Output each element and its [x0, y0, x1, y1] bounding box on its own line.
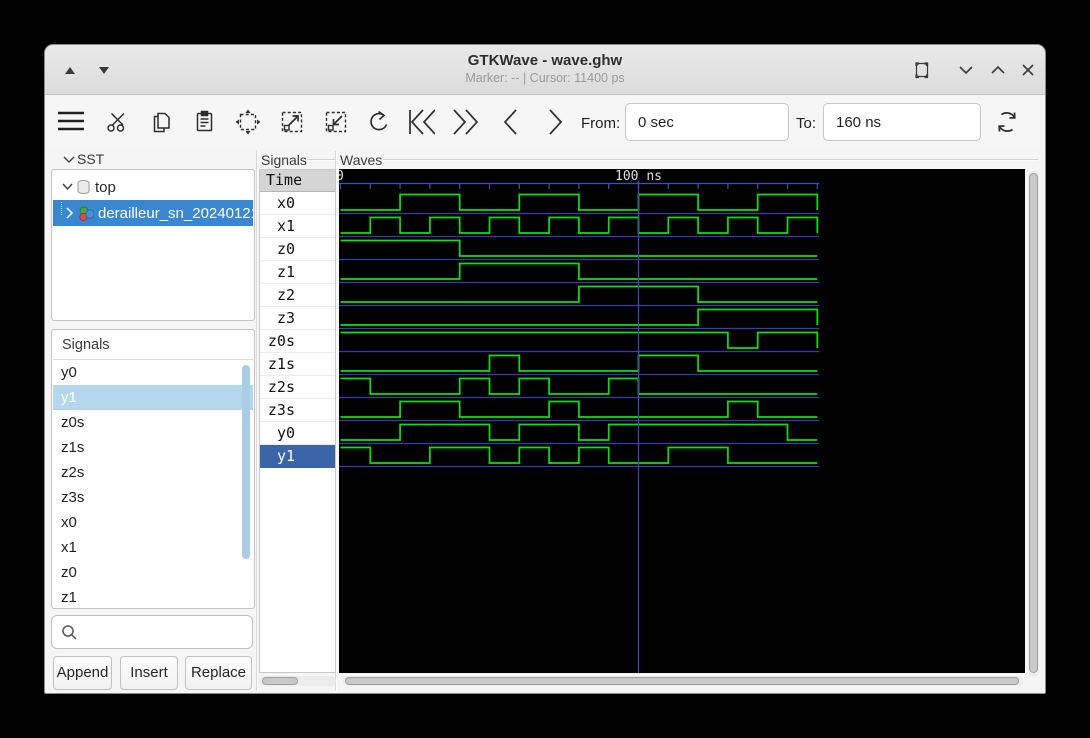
wave-trace-z0: [340, 239, 818, 257]
skip-to-start-icon[interactable]: [407, 108, 435, 136]
search-box: [51, 615, 253, 649]
facility-item-y0[interactable]: y0: [53, 360, 253, 385]
names-frame-groove: [307, 159, 335, 161]
wave-canvas[interactable]: 0100 ns: [336, 169, 1025, 673]
facility-item-x0[interactable]: x0: [53, 510, 253, 535]
waves-vscroll-track[interactable]: [1028, 171, 1039, 677]
facility-item-z1[interactable]: z1: [53, 585, 253, 608]
step-back-icon[interactable]: [497, 108, 525, 136]
module-icon: [78, 205, 94, 221]
wave-name-z2s[interactable]: z2s: [260, 376, 335, 399]
wave-trace-z3s: [340, 400, 818, 418]
append-button[interactable]: Append: [53, 656, 112, 690]
wave-name-x1[interactable]: x1: [260, 215, 335, 238]
waves-hscroll-track[interactable]: [343, 676, 1023, 686]
undo-icon[interactable]: [365, 108, 393, 136]
search-icon: [61, 624, 78, 646]
replace-button[interactable]: Replace: [185, 656, 252, 690]
wave-trace-y1: [340, 446, 818, 464]
wave-trace-z1s: [340, 354, 818, 372]
facility-item-x1[interactable]: x1: [53, 535, 253, 560]
waves-hscroll-thumb[interactable]: [345, 677, 1019, 685]
wave-trace-y0: [340, 423, 818, 441]
facility-list: Signals y0 y1 z0s z1s z2s z3s x0 x1 z0 z1: [51, 329, 255, 609]
names-frame-label: Signals: [261, 152, 307, 168]
waves-vscroll-thumb[interactable]: [1029, 173, 1038, 673]
names-panel: Time x0 x1 z0 z1 z2 z3 z0s z1s z2s z3s y0 y1: [259, 169, 336, 673]
facility-scrollbar[interactable]: [242, 365, 250, 559]
copy-icon[interactable]: [148, 108, 176, 136]
wave-trace-z2s: [340, 377, 818, 395]
names-hscroll-thumb[interactable]: [262, 677, 298, 685]
insert-button[interactable]: Insert: [120, 656, 178, 690]
facility-item-z2s[interactable]: z2s: [53, 460, 253, 485]
search-input[interactable]: [82, 617, 251, 649]
paste-icon[interactable]: [191, 108, 219, 136]
tree-item-label: derailleur_sn_20240121_: [98, 204, 255, 222]
wave-trace-z1: [340, 262, 818, 280]
facility-item-z1s[interactable]: z1s: [53, 435, 253, 460]
expander-open-icon[interactable]: [59, 179, 75, 195]
sst-header-label: SST: [77, 151, 105, 167]
tree-item-label: top: [95, 178, 116, 196]
wave-trace-z2: [340, 285, 818, 303]
fit-window-icon[interactable]: [911, 59, 933, 81]
wave-trace-z3: [340, 308, 819, 326]
facility-item-z0[interactable]: z0: [53, 560, 253, 585]
sst-frame: SST: [63, 151, 104, 167]
wave-name-y0[interactable]: y0: [260, 422, 335, 445]
wave-trace-x0: [340, 193, 819, 211]
waves-frame-label: Waves: [340, 152, 383, 168]
facility-item-z0s[interactable]: z0s: [53, 410, 253, 435]
menu-icon[interactable]: [56, 107, 84, 135]
wave-name-z3s[interactable]: z3s: [260, 399, 335, 422]
wave-name-z1[interactable]: z1: [260, 261, 335, 284]
cut-icon[interactable]: [104, 108, 132, 136]
toolbar: From: To:: [45, 95, 1045, 149]
window-title: GTKWave - wave.ghw: [467, 52, 623, 69]
wave-trace-z0s: [340, 331, 819, 349]
facility-list-header: Signals: [53, 331, 253, 360]
wave-name-z2[interactable]: z2: [260, 284, 335, 307]
facility-item-y1[interactable]: y1: [53, 385, 253, 410]
wave-name-x0[interactable]: x0: [260, 192, 335, 215]
sst-item-derailleur[interactable]: derailleur_sn_20240121_: [53, 200, 255, 226]
close-icon[interactable]: [1017, 59, 1039, 81]
names-hscroll-track[interactable]: [259, 676, 336, 686]
facility-item-z3s[interactable]: z3s: [53, 485, 253, 510]
wave-name-y1[interactable]: y1: [260, 445, 335, 468]
database-icon: [75, 179, 91, 195]
step-forward-icon[interactable]: [541, 108, 569, 136]
to-input[interactable]: [823, 103, 981, 141]
sst-tree: top derailleur_sn_20240121_: [51, 169, 255, 321]
gtkwave-window: GTKWave - wave.ghw Marker: -- | Cursor: …: [44, 44, 1046, 694]
zoom-out-icon[interactable]: [322, 108, 350, 136]
wave-trace-x1: [340, 216, 819, 234]
zoom-in-icon[interactable]: [278, 108, 306, 136]
wave-name-z1s[interactable]: z1s: [260, 353, 335, 376]
time-header: Time: [260, 170, 335, 192]
maximize-chevron-icon[interactable]: [987, 59, 1009, 81]
marker-cursor-status: Marker: -- | Cursor: 11400 ps: [465, 71, 625, 85]
from-label: From:: [581, 115, 621, 132]
wave-name-z0s[interactable]: z0s: [260, 330, 335, 353]
waves-frame-groove: [383, 159, 1038, 161]
from-input[interactable]: [625, 103, 789, 141]
wave-name-z3[interactable]: z3: [260, 307, 335, 330]
wave-name-z0[interactable]: z0: [260, 238, 335, 261]
to-label: To:: [796, 115, 817, 132]
svg-text:0: 0: [339, 169, 344, 184]
minimize-chevron-icon[interactable]: [955, 59, 977, 81]
sst-item-top[interactable]: top: [53, 174, 253, 200]
expander-closed-icon[interactable]: [62, 205, 78, 221]
titlebar[interactable]: GTKWave - wave.ghw Marker: -- | Cursor: …: [45, 45, 1045, 95]
reload-icon[interactable]: [993, 108, 1021, 136]
desktop-background: GTKWave - wave.ghw Marker: -- | Cursor: …: [0, 0, 1090, 738]
splitter-left[interactable]: [256, 151, 258, 691]
skip-to-end-icon[interactable]: [450, 108, 478, 136]
zoom-fit-icon[interactable]: [234, 108, 262, 136]
